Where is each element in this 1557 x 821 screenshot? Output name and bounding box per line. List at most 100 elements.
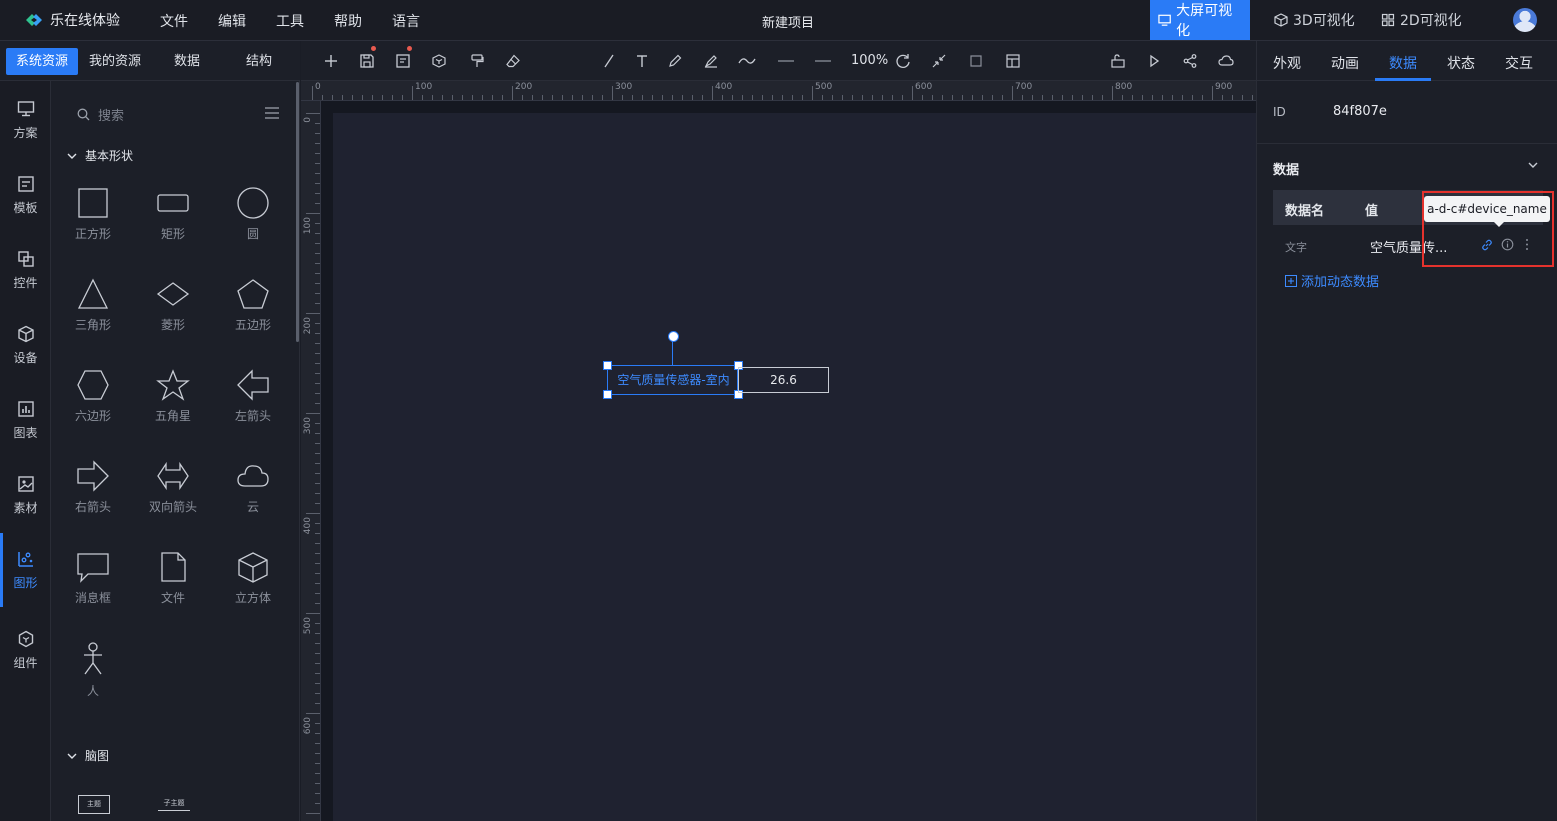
add-dynamic-data-button[interactable]: 添加动态数据 [1285,271,1379,290]
shapes-scrollbar[interactable] [296,82,299,342]
menu-tools[interactable]: 工具 [276,11,304,31]
add-button[interactable] [321,51,341,71]
line-width-button[interactable] [813,51,833,71]
ruler-tick [315,173,320,174]
canvas-stage[interactable] [333,113,1256,821]
ruler-label: 400 [715,82,733,92]
shape-pentagon[interactable]: 五边形 [213,268,293,358]
shape-rect[interactable]: 矩形 [133,177,213,267]
menu-help[interactable]: 帮助 [334,11,362,31]
ruler-tick [315,593,320,594]
shape-person[interactable]: 人 [53,632,133,722]
shape-search[interactable]: 搜索 [77,105,124,124]
value-text-element[interactable]: 26.6 [738,367,829,393]
shape-diamond[interactable]: 菱形 [133,268,213,358]
tab-system-resources[interactable]: 系统资源 [6,48,79,75]
cloud-button[interactable] [1216,51,1236,71]
rail-label: 设备 [13,350,38,365]
ruler-tick [782,95,783,100]
mindmap-topic[interactable]: 主题 [78,795,110,814]
save-as-button[interactable] [393,51,413,71]
shape-file[interactable]: 文件 [133,541,213,631]
rail-item-chart[interactable]: 图表 [0,389,51,451]
line-button[interactable] [599,51,619,71]
lock-button[interactable] [1108,51,1128,71]
preview-button[interactable] [1144,51,1164,71]
refresh-button[interactable] [893,51,913,71]
shape-hexagon[interactable]: 六边形 [53,359,133,449]
app-logo[interactable]: 乐在线体验 [24,10,120,30]
curve-button[interactable] [737,51,757,71]
eraser-button[interactable] [503,51,523,71]
rotation-line [672,341,673,365]
ruler-tick [315,463,320,464]
tab-structure[interactable]: 结构 [236,48,282,75]
square-icon [78,188,108,218]
component-button[interactable] [429,51,449,71]
shape-label: 人 [86,684,99,698]
component-icon [18,630,33,647]
menu-edit[interactable]: 编辑 [218,11,246,31]
highlighter-button[interactable] [701,51,721,71]
layout-button[interactable] [1003,51,1023,71]
section-mindmap[interactable]: 脑图 [67,747,109,764]
tab-animation[interactable]: 动画 [1331,53,1359,73]
resize-handle-bl[interactable] [603,390,612,399]
shape-message[interactable]: 消息框 [53,541,133,631]
rail-item-plan[interactable]: 方案 [0,89,51,151]
shape-arrow-right[interactable]: 右箭头 [53,450,133,540]
ruler-tick [712,86,713,100]
menu-language[interactable]: 语言 [392,11,420,31]
shape-triangle[interactable]: 三角形 [53,268,133,358]
selected-text-element[interactable]: 空气质量传感器-室内 [607,365,738,395]
ruler-tick [362,95,363,100]
pen-button[interactable] [665,51,685,71]
fit-button[interactable] [929,51,949,71]
section-title: 脑图 [85,749,110,763]
project-title[interactable]: 新建项目 [762,12,814,31]
rail-item-shape[interactable]: 图形 [0,533,51,607]
tab-state[interactable]: 状态 [1447,53,1475,73]
mode-2d-button[interactable]: 2D可视化 [1373,0,1470,40]
rail-item-component[interactable]: 组件 [0,619,51,681]
rail-item-template[interactable]: 模板 [0,164,51,226]
list-view-icon[interactable] [265,107,279,119]
tab-my-resources[interactable]: 我的资源 [79,48,151,75]
shape-circle[interactable]: 圆 [213,177,293,267]
user-avatar[interactable] [1513,8,1537,32]
ruler-tick [1192,95,1193,100]
rotate-handle[interactable] [668,331,679,342]
save-button[interactable] [357,51,377,71]
rail-item-material[interactable]: 素材 [0,464,51,526]
shape-cloud[interactable]: 云 [213,450,293,540]
shape-arrow-double[interactable]: 双向箭头 [133,450,213,540]
shape-cube[interactable]: 立方体 [213,541,293,631]
ruler-tick [602,95,603,100]
rail-item-widget[interactable]: 控件 [0,239,51,301]
tab-data[interactable]: 数据 [1389,53,1417,73]
format-painter-button[interactable] [467,51,487,71]
chevron-down-icon[interactable] [1527,159,1539,171]
tab-data[interactable]: 数据 [164,48,210,75]
shape-square[interactable]: 正方形 [53,177,133,267]
star-icon [156,369,190,401]
shape-arrow-left[interactable]: 左箭头 [213,359,293,449]
shape-star[interactable]: 五角星 [133,359,213,449]
tab-interaction[interactable]: 交互 [1505,53,1533,73]
ruler-tick [315,243,320,244]
rail-item-device[interactable]: 设备 [0,314,51,376]
mode-bigscreen-button[interactable]: 大屏可视化 [1150,0,1250,40]
resize-handle-tl[interactable] [603,361,612,370]
line-style-button[interactable] [776,51,796,71]
tab-appearance[interactable]: 外观 [1273,53,1301,73]
mode-3d-button[interactable]: 3D可视化 [1266,0,1363,40]
mindmap-subtopic[interactable]: 子主题 [158,797,190,811]
template-icon [17,175,34,192]
shape-label: 圆 [246,227,259,241]
share-button[interactable] [1180,51,1200,71]
text-button[interactable] [632,51,652,71]
crop-button[interactable] [966,51,986,71]
zoom-level[interactable]: 100% [851,53,888,68]
section-basic-shapes[interactable]: 基本形状 [67,147,133,164]
menu-file[interactable]: 文件 [160,11,188,31]
